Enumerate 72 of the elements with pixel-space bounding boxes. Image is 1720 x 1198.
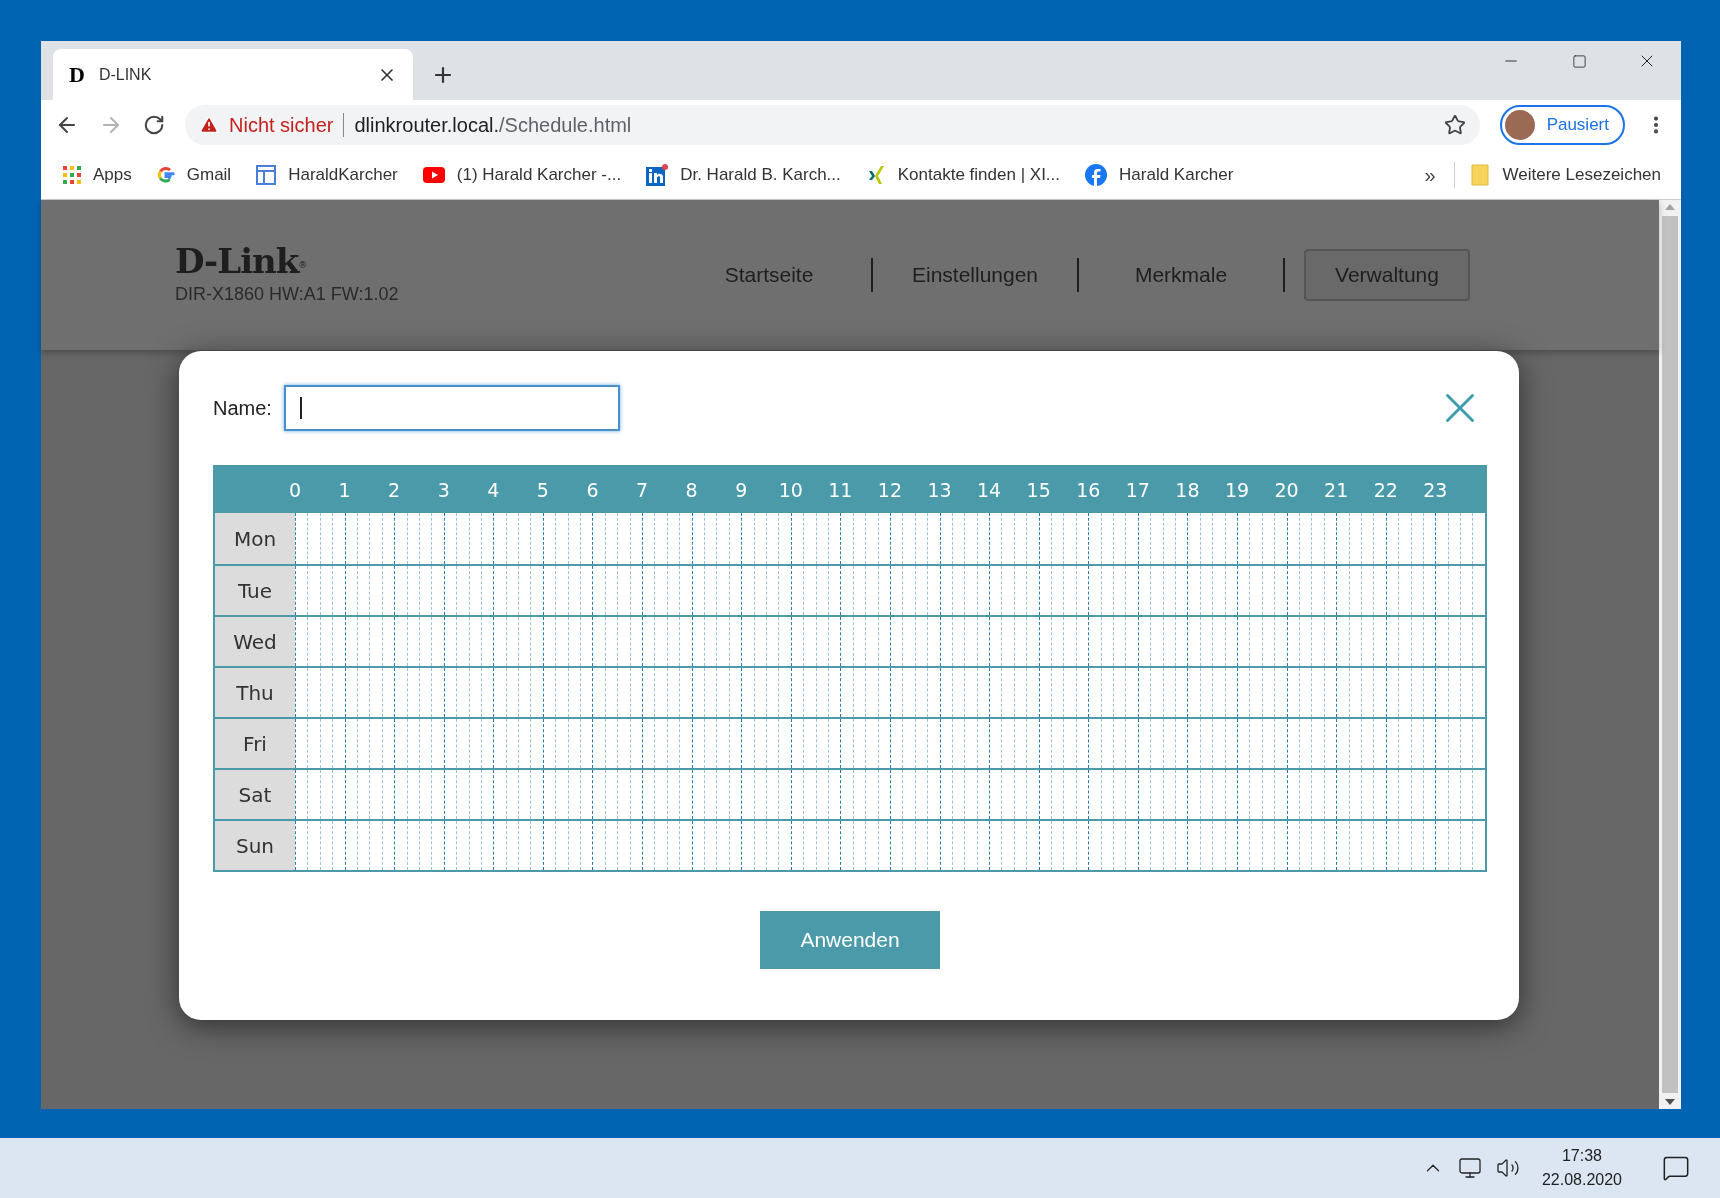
bookmark-item[interactable]: (1) Harald Karcher -... (422, 161, 622, 188)
browser-tab[interactable]: D D-LINK (53, 49, 413, 100)
in-logo-icon (646, 163, 669, 186)
f-logo-icon (1085, 163, 1108, 186)
model-text: DIR-X1860 HW:A1 FW:1.02 (175, 282, 399, 306)
day-label: Sun (235, 832, 274, 860)
reload-icon[interactable] (143, 114, 165, 136)
more-bookmarks-chevron[interactable]: » (1424, 159, 1436, 190)
bookmark-item[interactable]: HaraldKarcher (256, 161, 398, 188)
name-input[interactable] (283, 385, 620, 431)
text-cursor (299, 397, 302, 419)
hour-label: 11 (828, 477, 853, 503)
day-label: Mon (233, 525, 277, 553)
bookmark-item[interactable]: Apps (63, 161, 132, 188)
bookmark-item[interactable]: Kontakte finden | XI... (865, 161, 1061, 188)
hour-label: 17 (1125, 477, 1150, 503)
network-monitor-icon[interactable] (1457, 1156, 1482, 1180)
bookmark-folder[interactable]: Weitere Lesezeichen (1470, 161, 1661, 188)
speaker-icon[interactable] (1495, 1156, 1520, 1180)
security-label: Nicht sicher (229, 113, 334, 138)
hour-label: 16 (1076, 477, 1101, 503)
tab-favicon: D (69, 61, 85, 89)
scroll-down-icon[interactable] (1665, 1099, 1675, 1105)
apps-grid-icon (63, 165, 81, 184)
name-label: Name: (213, 396, 272, 421)
hour-label: 21 (1324, 477, 1349, 503)
hour-label: 20 (1274, 477, 1299, 503)
hour-label: 14 (977, 477, 1002, 503)
hour-label: 5 (536, 477, 549, 503)
hour-label: 19 (1224, 477, 1250, 503)
tab-title: D-LINK (98, 64, 153, 85)
hour-label: 6 (586, 477, 599, 503)
day-label: Fri (243, 730, 267, 758)
day-label: Wed (233, 628, 277, 656)
hour-label: 13 (927, 477, 952, 503)
page-layout-icon (256, 164, 277, 185)
url-text: dlinkrouter.local./Schedule.html (354, 113, 633, 138)
scrollbar-thumb[interactable] (1662, 216, 1678, 1093)
hour-label: 4 (487, 477, 500, 503)
hour-label: 18 (1175, 477, 1200, 503)
folder-icon (1470, 163, 1489, 186)
hour-label: 12 (877, 477, 903, 503)
profile-button[interactable]: Pausiert (1499, 105, 1625, 145)
bookmark-star-icon[interactable] (1443, 114, 1466, 136)
hour-label: 15 (1026, 477, 1051, 503)
hour-label: 7 (636, 477, 649, 503)
clock-time: 17:38 (1561, 1146, 1602, 1166)
clock-date: 22.08.2020 (1541, 1170, 1622, 1190)
bookmark-item[interactable]: Harald Karcher (1085, 161, 1234, 188)
hour-label: 8 (685, 477, 698, 503)
hour-label: 23 (1423, 477, 1448, 503)
dlink-logo: D-Link$^{®}$ (175, 242, 308, 279)
warning-icon (199, 115, 219, 135)
bookmark-item[interactable]: Gmail (156, 161, 232, 188)
scroll-up-icon[interactable] (1665, 204, 1675, 210)
day-label: Tue (237, 577, 273, 605)
day-label: Thu (236, 679, 274, 707)
bookmark-item[interactable]: Dr. Harald B. Karch... (646, 161, 841, 188)
scrollbar[interactable] (1659, 200, 1681, 1109)
hour-label: 22 (1373, 477, 1398, 503)
hour-label: 10 (778, 477, 803, 503)
hour-label: 9 (735, 477, 748, 503)
day-label: Sat (238, 781, 272, 809)
maximize-icon[interactable] (1571, 53, 1587, 69)
hour-label: 3 (437, 477, 450, 503)
hour-label: 1 (338, 477, 351, 503)
google-g-icon (156, 165, 175, 184)
notification-icon[interactable] (1662, 1154, 1690, 1182)
hour-label: 2 (388, 477, 401, 503)
play-button-icon (422, 166, 445, 183)
address-bar[interactable]: Nicht sicher dlinkrouter.local./Schedule.html (185, 105, 1480, 145)
hour-label: 0 (288, 477, 302, 503)
